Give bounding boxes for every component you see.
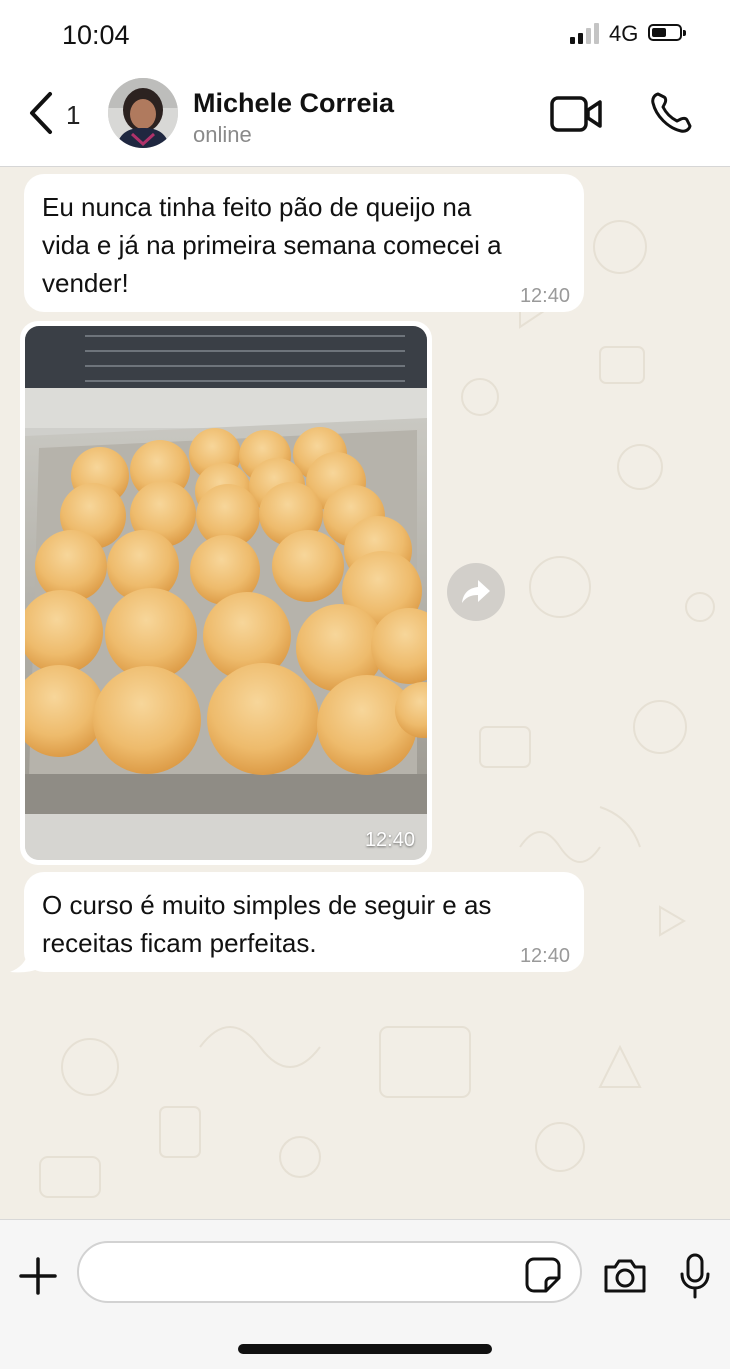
video-camera-icon <box>550 96 602 132</box>
bubble-tail <box>10 952 40 973</box>
message-time: 12:40 <box>519 945 570 967</box>
camera-icon <box>604 1259 646 1293</box>
avatar[interactable] <box>108 78 178 148</box>
incoming-message[interactable]: Eu nunca tinha feito pão de queijo na vi… <box>24 174 584 312</box>
contact-name: Michele Correia <box>193 88 395 118</box>
contact-status: online <box>193 122 252 147</box>
back-unread-count: 1 <box>66 100 81 130</box>
incoming-message[interactable]: O curso é muito simples de seguir e as r… <box>24 872 584 972</box>
status-time: 10:04 <box>62 20 130 50</box>
signal-bars-icon <box>570 22 604 44</box>
message-time: 12:40 <box>519 285 570 307</box>
photo-cheese-bread-tray <box>25 326 427 860</box>
network-type: 4G <box>609 21 639 46</box>
message-photo[interactable]: 12:40 <box>25 326 427 860</box>
message-text: O curso é muito simples de seguir e as r… <box>42 890 492 958</box>
message-text: Eu nunca tinha feito pão de queijo na vi… <box>42 192 502 298</box>
message-input-bar <box>0 1219 730 1369</box>
video-call-button[interactable] <box>550 94 602 134</box>
plus-icon <box>19 1257 57 1295</box>
camera-button[interactable] <box>602 1256 648 1296</box>
incoming-image-message[interactable]: 12:40 <box>20 321 432 865</box>
chat-area[interactable]: Eu nunca tinha feito pão de queijo na vi… <box>0 167 730 1219</box>
home-indicator[interactable] <box>238 1344 492 1354</box>
chat-header: 1 Michele Correia online <box>0 70 730 167</box>
microphone-icon <box>680 1253 710 1299</box>
forward-arrow-icon <box>462 580 490 603</box>
back-button[interactable]: 1 <box>26 90 86 140</box>
battery-icon <box>648 24 686 41</box>
sticker-button[interactable] <box>524 1256 562 1294</box>
voice-call-button[interactable] <box>648 90 694 136</box>
status-bar: 10:04 4G <box>0 0 730 70</box>
photo-time: 12:40 <box>364 829 415 851</box>
back-chevron-icon <box>30 92 52 134</box>
forward-button[interactable] <box>447 563 505 621</box>
voice-message-button[interactable] <box>678 1252 712 1300</box>
phone-icon <box>651 92 692 133</box>
sticker-icon <box>525 1257 561 1293</box>
message-input[interactable] <box>77 1241 582 1303</box>
attach-button[interactable] <box>18 1256 58 1296</box>
